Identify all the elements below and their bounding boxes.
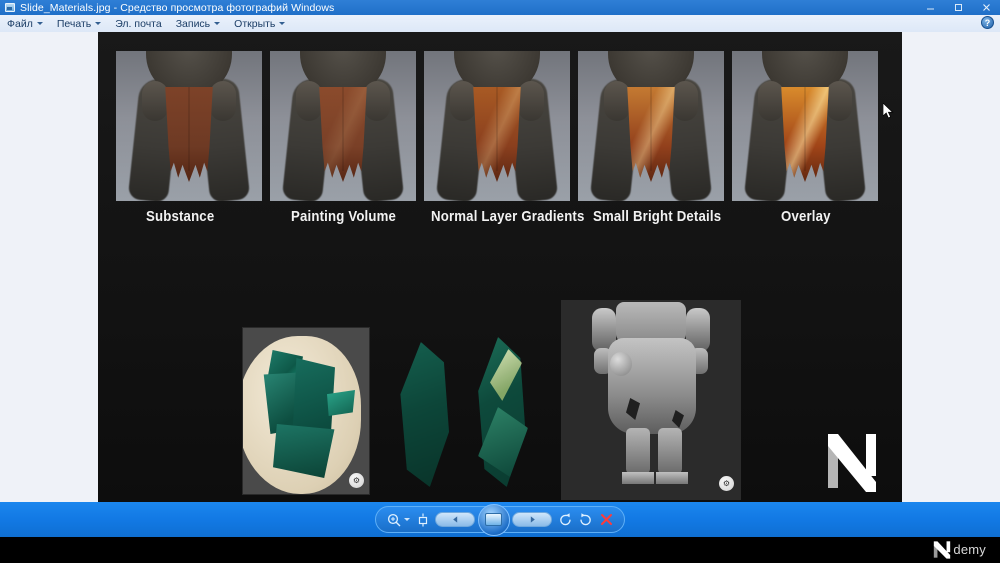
chevron-down-icon <box>214 22 221 25</box>
render-thumbnail <box>424 51 570 201</box>
title-bar[interactable]: Slide_Materials.jpg - Средство просмотра… <box>0 0 1000 15</box>
n-logo <box>934 541 951 559</box>
render-thumbnail <box>116 51 262 201</box>
render-thumbnail <box>732 51 878 201</box>
crystal-study-light <box>472 337 534 487</box>
viewer-toolbar <box>375 503 625 536</box>
crystal-body <box>400 342 450 487</box>
menu-item-file-label: Файл <box>7 17 33 30</box>
rotate-counterclockwise-icon[interactable] <box>558 512 573 527</box>
minimize-icon[interactable] <box>916 0 944 15</box>
menu-item-print-label: Печать <box>56 17 92 30</box>
help-icon[interactable]: ? <box>981 16 994 29</box>
slideshow-screen <box>485 513 503 526</box>
image-viewport[interactable]: Substance Painting Volume Normal Layer Gra… <box>0 32 1000 502</box>
tabard-fold <box>188 87 190 172</box>
render-label-row: Substance Painting Volume Normal Layer Gra… <box>116 208 886 230</box>
previous-icon[interactable] <box>435 512 476 527</box>
render-tabard <box>624 87 678 195</box>
menu-item-burn-label: Запись <box>175 17 211 30</box>
photo-viewer-window: Slide_Materials.jpg - Средство просмотра… <box>0 0 1000 502</box>
sculpt-body <box>586 302 716 500</box>
render-label: Substance <box>146 208 215 225</box>
next-icon[interactable] <box>512 512 553 527</box>
crystal-facet <box>327 390 355 416</box>
slide-image: Substance Painting Volume Normal Layer Gra… <box>98 32 902 502</box>
window-title: Slide_Materials.jpg - Средство просмотра… <box>20 1 335 14</box>
render-label: Overlay <box>781 208 831 225</box>
watermark-badge: ⚙ <box>349 473 364 488</box>
mouse-cursor <box>882 102 894 119</box>
sculpt-boot <box>626 428 650 474</box>
render-label: Small Bright Details <box>593 208 722 225</box>
n-logo <box>824 430 880 492</box>
menu-item-file[interactable]: Файл <box>0 16 50 31</box>
close-icon[interactable] <box>972 0 1000 15</box>
tabard-fold <box>804 87 806 172</box>
menu-item-open[interactable]: Открыть <box>227 16 292 31</box>
render-label: Normal Layer Gradients <box>431 208 585 225</box>
window-controls <box>916 0 1000 15</box>
chevron-down-icon <box>404 518 410 521</box>
render-thumbnail-row <box>116 51 886 201</box>
menu-item-print[interactable]: Печать <box>50 16 108 31</box>
sculpt-boot-sole <box>622 472 654 484</box>
menu-item-open-label: Открыть <box>234 17 276 30</box>
render-tabard <box>778 87 832 195</box>
chevron-down-icon <box>95 22 102 25</box>
fit-to-window-icon[interactable] <box>416 513 430 527</box>
magnifier-icon[interactable] <box>386 512 410 528</box>
render-label: Painting Volume <box>291 208 397 225</box>
crystal-study-dark <box>394 342 458 487</box>
render-tabard <box>162 87 216 195</box>
sculpt-boot-sole <box>656 472 688 484</box>
sculpt-boot <box>658 428 682 474</box>
chevron-down-icon <box>279 22 286 25</box>
menu-item-email-label: Эл. почта <box>115 17 162 30</box>
watermark-badge: ⚙ <box>719 476 734 491</box>
render-tabard <box>470 87 524 195</box>
emerald-crystal-photo: ⚙ <box>243 328 369 494</box>
viewer-toolbar-bar <box>0 502 1000 537</box>
slideshow-icon[interactable] <box>477 503 510 536</box>
watermark-text: demy <box>953 542 986 557</box>
menu-bar: Файл Печать Эл. почта Запись Открыть ? <box>0 15 1000 33</box>
screen: Slide_Materials.jpg - Средство просмотра… <box>0 0 1000 563</box>
maximize-icon[interactable] <box>944 0 972 15</box>
bottom-band: demy <box>0 537 1000 563</box>
render-tabard <box>316 87 370 195</box>
delete-icon[interactable] <box>599 512 614 527</box>
sculpt-torso <box>616 302 686 342</box>
tabard-fold <box>650 87 652 172</box>
tabard-fold <box>342 87 344 172</box>
render-thumbnail <box>270 51 416 201</box>
render-thumbnail <box>578 51 724 201</box>
chevron-down-icon <box>36 22 43 25</box>
sculpt-pouch <box>610 352 632 376</box>
photo-viewer-icon <box>5 3 15 12</box>
rotate-clockwise-icon[interactable] <box>578 512 593 527</box>
tabard-fold <box>496 87 498 172</box>
menu-item-burn[interactable]: Запись <box>169 16 227 31</box>
character-sculpt-render: ⚙ <box>561 300 741 500</box>
menu-item-email[interactable]: Эл. почта <box>108 16 168 31</box>
watermark: demy <box>932 540 986 559</box>
